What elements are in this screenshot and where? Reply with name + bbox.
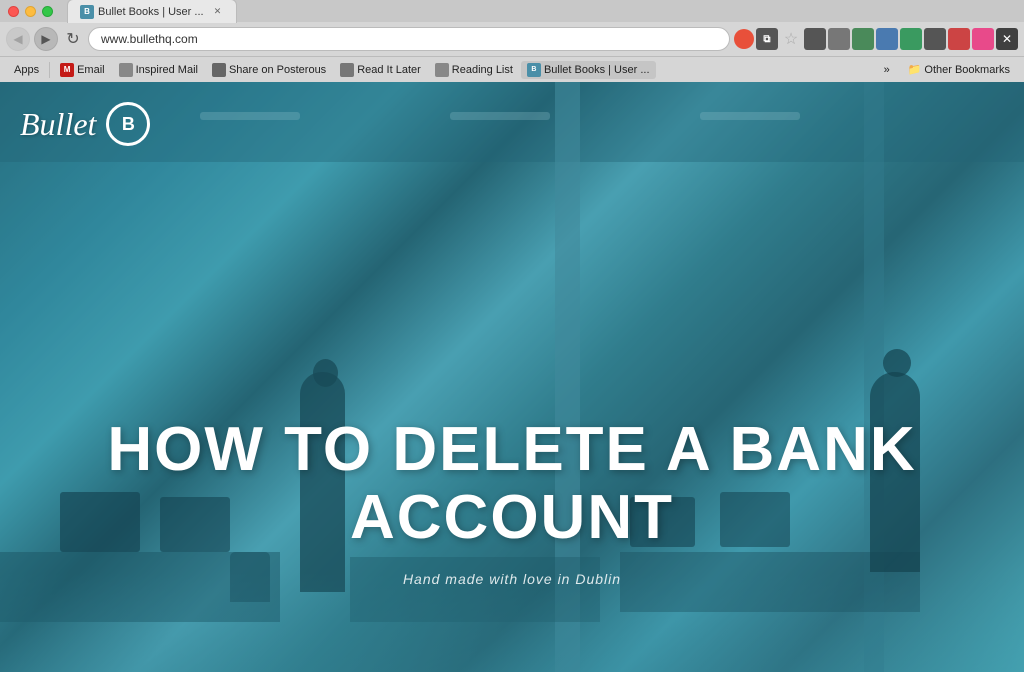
bullet-favicon: B: [527, 63, 541, 77]
close-window-button[interactable]: [8, 6, 19, 17]
inspired-mail-favicon: [119, 63, 133, 77]
website-content: Bullet B HOW TO DELETE A BANK ACCOUNT Ha…: [0, 82, 1024, 672]
bookmark-email[interactable]: M Email: [54, 61, 111, 79]
star-icon[interactable]: ☆: [780, 28, 802, 50]
icon-8[interactable]: [924, 28, 946, 50]
tab-close-button[interactable]: ✕: [212, 6, 224, 18]
site-logo: Bullet B: [20, 102, 150, 146]
inspired-mail-label: Inspired Mail: [136, 64, 198, 76]
refresh-icon: ↻: [66, 29, 79, 49]
posterous-favicon: [212, 63, 226, 77]
email-label: Email: [77, 64, 105, 76]
minimize-window-button[interactable]: [25, 6, 36, 17]
apps-label: Apps: [14, 64, 39, 76]
bullet-books-label: Bullet Books | User ...: [544, 64, 650, 76]
subtitle-container: Hand made with love in Dublin: [0, 571, 1024, 587]
refresh-button[interactable]: ↻: [62, 28, 84, 50]
main-heading-text: HOW TO DELETE A BANK ACCOUNT: [0, 416, 1024, 552]
logo-text: Bullet: [20, 106, 96, 143]
address-bar[interactable]: www.bullethq.com: [88, 27, 730, 51]
read-later-label: Read It Later: [357, 64, 421, 76]
back-button[interactable]: ◀: [6, 27, 30, 51]
icon-11[interactable]: ✕: [996, 28, 1018, 50]
bookmark-share-posterous[interactable]: Share on Posterous: [206, 61, 332, 79]
main-heading-container: HOW TO DELETE A BANK ACCOUNT: [0, 416, 1024, 552]
url-text: www.bullethq.com: [101, 32, 198, 46]
forward-button[interactable]: ▶: [34, 27, 58, 51]
icon-2[interactable]: ⧉: [756, 28, 778, 50]
icon-1[interactable]: [734, 29, 754, 49]
bookmark-read-later[interactable]: Read It Later: [334, 61, 427, 79]
bookmarks-bar: Apps M Email Inspired Mail Share on Post…: [0, 56, 1024, 82]
icon-7[interactable]: [900, 28, 922, 50]
reading-list-label: Reading List: [452, 64, 513, 76]
icon-10[interactable]: [972, 28, 994, 50]
logo-circle-letter: B: [122, 114, 135, 135]
more-bookmarks-button[interactable]: »: [878, 62, 896, 78]
bookmark-apps[interactable]: Apps: [8, 62, 45, 78]
bookmark-inspired-mail[interactable]: Inspired Mail: [113, 61, 204, 79]
other-bookmarks[interactable]: 📁 Other Bookmarks: [902, 61, 1016, 78]
active-tab[interactable]: B Bullet Books | User ... ✕: [67, 0, 237, 23]
toolbar-icons: ⧉ ☆ ✕: [734, 28, 1018, 50]
other-bookmarks-label: Other Bookmarks: [924, 64, 1010, 76]
separator-1: [49, 62, 50, 78]
bookmark-reading-list[interactable]: Reading List: [429, 61, 519, 79]
icon-9[interactable]: [948, 28, 970, 50]
tab-favicon: B: [80, 5, 94, 19]
subtitle-text: Hand made with love in Dublin: [0, 571, 1024, 587]
maximize-window-button[interactable]: [42, 6, 53, 17]
icon-3[interactable]: [804, 28, 826, 50]
icon-6[interactable]: [876, 28, 898, 50]
folder-icon: 📁: [908, 63, 922, 76]
back-icon: ◀: [13, 32, 22, 46]
address-bar-row: ◀ ▶ ↻ www.bullethq.com ⧉ ☆ ✕: [0, 22, 1024, 56]
icon-5[interactable]: [852, 28, 874, 50]
browser-top-bar: B Bullet Books | User ... ✕: [0, 0, 1024, 22]
read-later-favicon: [340, 63, 354, 77]
forward-icon: ▶: [41, 32, 50, 46]
browser-chrome: B Bullet Books | User ... ✕ ◀ ▶ ↻ www.bu…: [0, 0, 1024, 82]
logo-circle: B: [106, 102, 150, 146]
bookmark-bullet-books[interactable]: B Bullet Books | User ...: [521, 61, 656, 79]
icon-4[interactable]: [828, 28, 850, 50]
tab-title: Bullet Books | User ...: [98, 6, 204, 18]
reading-list-favicon: [435, 63, 449, 77]
posterous-label: Share on Posterous: [229, 64, 326, 76]
email-favicon: M: [60, 63, 74, 77]
